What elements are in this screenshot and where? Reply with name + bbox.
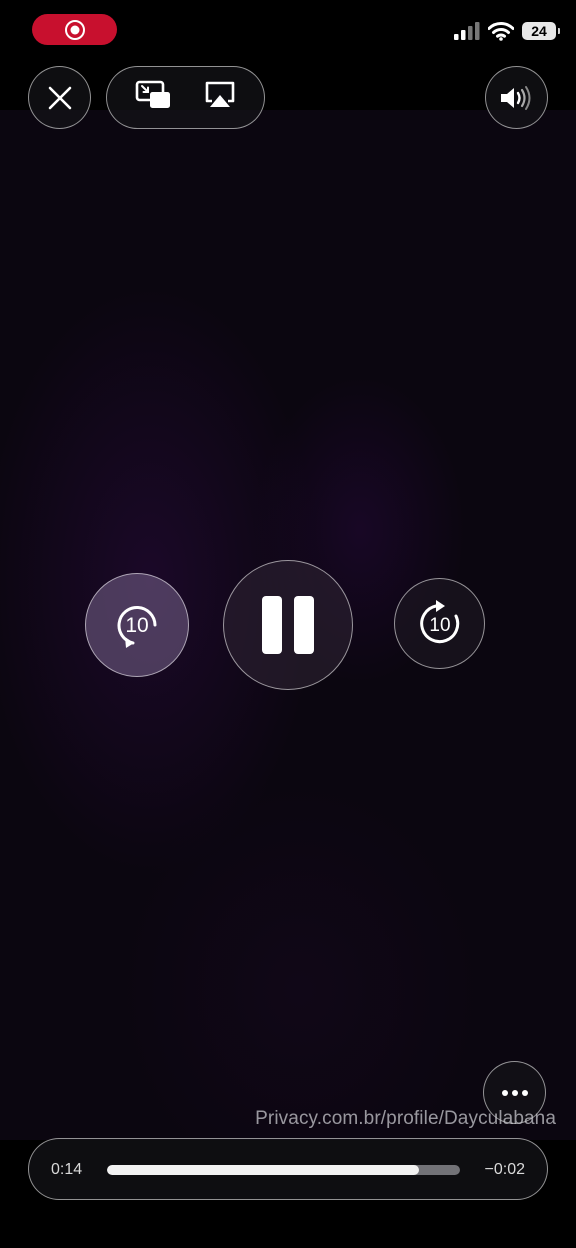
skip-forward-10-button[interactable]: 10 xyxy=(394,578,485,669)
scrubber-played xyxy=(107,1165,420,1175)
elapsed-time: 0:14 xyxy=(51,1161,83,1178)
cellular-signal-icon xyxy=(454,22,480,40)
remaining-time: −0:02 xyxy=(484,1161,525,1178)
watermark-text: Privacy.com.br/profile/Dayculabana xyxy=(255,1108,556,1129)
close-button[interactable] xyxy=(28,66,91,129)
skip-back-seconds: 10 xyxy=(125,614,148,637)
record-icon xyxy=(64,19,85,40)
picture-in-picture-button[interactable] xyxy=(135,80,173,115)
battery-indicator: 24 xyxy=(522,22,560,40)
pause-button[interactable] xyxy=(223,560,353,690)
skip-forward-icon: 10 xyxy=(419,599,459,643)
picture-in-picture-icon xyxy=(135,80,170,108)
skip-back-10-button[interactable]: 10 xyxy=(85,573,189,677)
skip-back-icon: 10 xyxy=(117,605,157,648)
status-indicators: 24 xyxy=(454,20,560,42)
scrubber-track[interactable] xyxy=(107,1165,460,1175)
speaker-volume-icon xyxy=(500,85,530,110)
battery-level: 24 xyxy=(531,23,547,39)
skip-forward-seconds: 10 xyxy=(429,615,450,636)
screen-recording-indicator[interactable] xyxy=(32,14,117,45)
ellipsis-icon xyxy=(501,1089,528,1096)
airplay-button[interactable] xyxy=(204,81,236,114)
display-options-group xyxy=(106,66,265,129)
airplay-icon xyxy=(205,81,235,107)
playback-progress-bar: 0:14 −0:02 xyxy=(28,1138,548,1200)
wifi-icon xyxy=(488,21,514,41)
close-icon xyxy=(48,86,71,109)
volume-button[interactable] xyxy=(485,66,548,129)
pause-icon xyxy=(256,596,320,654)
